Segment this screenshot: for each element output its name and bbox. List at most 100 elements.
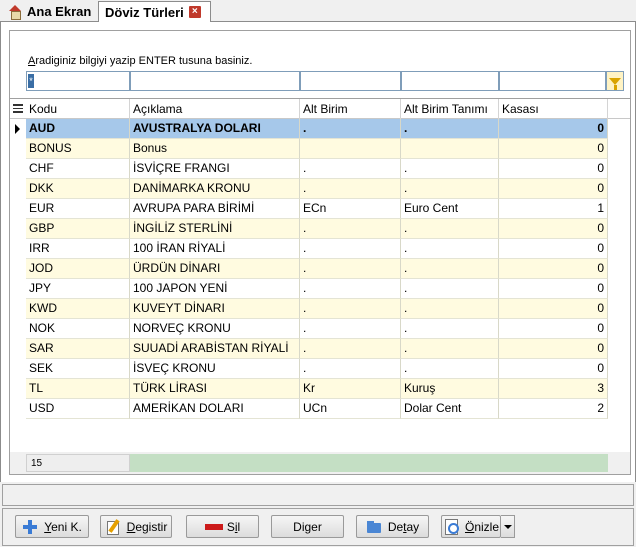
cell-kasasi[interactable]: 1	[499, 199, 608, 219]
cell-kasasi[interactable]: 0	[499, 139, 608, 159]
cell-aciklama[interactable]: 100 JAPON YENİ	[130, 279, 300, 299]
cell-alt-birim[interactable]: .	[300, 299, 401, 319]
cell-alt-birim[interactable]: .	[300, 159, 401, 179]
cell-alt-birim[interactable]: .	[300, 119, 401, 139]
other-button[interactable]: Diger	[271, 515, 344, 538]
cell-aciklama[interactable]: SUUADİ ARABİSTAN RİYALİ	[130, 339, 300, 359]
row-indicator[interactable]	[10, 259, 26, 279]
table-row[interactable]: BONUS Bonus 0	[10, 139, 630, 159]
filter-input-kodu[interactable]: *	[26, 71, 130, 91]
table-row[interactable]: JPY 100 JAPON YENİ.. 0	[10, 279, 630, 299]
filter-input-alt-birim-tanimi[interactable]	[401, 71, 499, 91]
row-indicator[interactable]	[10, 219, 26, 239]
cell-kodu[interactable]: EUR	[26, 199, 130, 219]
cell-aciklama[interactable]: İSVİÇRE FRANGI	[130, 159, 300, 179]
column-chooser[interactable]	[10, 99, 26, 119]
cell-aciklama[interactable]: AVRUPA PARA BİRİMİ	[130, 199, 300, 219]
cell-aciklama[interactable]: 100 İRAN RİYALİ	[130, 239, 300, 259]
cell-alt-birim[interactable]	[300, 139, 401, 159]
cell-alt-birim-tanimi[interactable]: .	[401, 359, 499, 379]
table-row[interactable]: DKK DANİMARKA KRONU.. 0	[10, 179, 630, 199]
cell-kodu[interactable]: CHF	[26, 159, 130, 179]
cell-alt-birim[interactable]: .	[300, 219, 401, 239]
cell-alt-birim-tanimi[interactable]	[401, 139, 499, 159]
cell-alt-birim-tanimi[interactable]: .	[401, 239, 499, 259]
cell-aciklama[interactable]: ÜRDÜN DİNARI	[130, 259, 300, 279]
cell-alt-birim-tanimi[interactable]: Dolar Cent	[401, 399, 499, 419]
cell-kasasi[interactable]: 0	[499, 239, 608, 259]
row-indicator[interactable]	[10, 199, 26, 219]
cell-alt-birim-tanimi[interactable]: .	[401, 179, 499, 199]
cell-kasasi[interactable]: 0	[499, 339, 608, 359]
cell-aciklama[interactable]: Bonus	[130, 139, 300, 159]
cell-kasasi[interactable]: 0	[499, 179, 608, 199]
cell-alt-birim[interactable]: .	[300, 179, 401, 199]
tab-doviz-turleri[interactable]: Döviz Türleri ×	[98, 1, 211, 23]
column-header-alt-birim-tanimi[interactable]: Alt Birim Tanımı	[401, 99, 499, 119]
cell-alt-birim-tanimi[interactable]: .	[401, 159, 499, 179]
delete-button[interactable]: Sil	[186, 515, 259, 538]
cell-kodu[interactable]: JPY	[26, 279, 130, 299]
cell-kasasi[interactable]: 0	[499, 119, 608, 139]
row-indicator[interactable]	[10, 359, 26, 379]
column-header-kasasi[interactable]: Kasası	[499, 99, 608, 119]
table-row[interactable]: SAR SUUADİ ARABİSTAN RİYALİ.. 0	[10, 339, 630, 359]
table-row[interactable]: JOD ÜRDÜN DİNARI.. 0	[10, 259, 630, 279]
table-row[interactable]: AUD AVUSTRALYA DOLARI.. 0	[10, 119, 630, 139]
cell-kasasi[interactable]: 0	[499, 219, 608, 239]
row-indicator[interactable]	[10, 159, 26, 179]
table-row[interactable]: CHF İSVİÇRE FRANGI.. 0	[10, 159, 630, 179]
cell-kodu[interactable]: JOD	[26, 259, 130, 279]
cell-aciklama[interactable]: NORVEÇ KRONU	[130, 319, 300, 339]
column-header-aciklama[interactable]: Açıklama	[130, 99, 300, 119]
filter-input-aciklama[interactable]	[130, 71, 300, 91]
cell-alt-birim[interactable]: .	[300, 339, 401, 359]
cell-aciklama[interactable]: TÜRK LİRASI	[130, 379, 300, 399]
table-row[interactable]: KWD KUVEYT DİNARI.. 0	[10, 299, 630, 319]
cell-kodu[interactable]: IRR	[26, 239, 130, 259]
cell-alt-birim-tanimi[interactable]: Kuruş	[401, 379, 499, 399]
table-row[interactable]: NOK NORVEÇ KRONU.. 0	[10, 319, 630, 339]
row-indicator[interactable]	[10, 379, 26, 399]
cell-alt-birim[interactable]: .	[300, 259, 401, 279]
row-indicator[interactable]	[10, 299, 26, 319]
cell-kasasi[interactable]: 0	[499, 319, 608, 339]
table-row[interactable]: GBP İNGİLİZ STERLİNİ.. 0	[10, 219, 630, 239]
table-row[interactable]: EUR AVRUPA PARA BİRİMİ ECn Euro Cent 1	[10, 199, 630, 219]
cell-kasasi[interactable]: 0	[499, 159, 608, 179]
cell-alt-birim-tanimi[interactable]: .	[401, 299, 499, 319]
row-indicator[interactable]	[10, 319, 26, 339]
new-button[interactable]: Yeni K.	[15, 515, 89, 538]
cell-alt-birim-tanimi[interactable]: .	[401, 259, 499, 279]
cell-kodu[interactable]: BONUS	[26, 139, 130, 159]
column-header-kodu[interactable]: Kodu	[26, 99, 130, 119]
cell-kodu[interactable]: NOK	[26, 319, 130, 339]
filter-input-kasasi[interactable]	[499, 71, 606, 91]
tab-ana-ekran[interactable]: Ana Ekran	[2, 1, 98, 22]
row-indicator[interactable]	[10, 339, 26, 359]
cell-kodu[interactable]: GBP	[26, 219, 130, 239]
row-indicator[interactable]	[10, 279, 26, 299]
cell-kodu[interactable]: TL	[26, 379, 130, 399]
preview-button[interactable]: Önizle	[441, 515, 501, 538]
cell-aciklama[interactable]: AMERİKAN DOLARI	[130, 399, 300, 419]
cell-alt-birim-tanimi[interactable]: .	[401, 119, 499, 139]
cell-alt-birim[interactable]: .	[300, 319, 401, 339]
cell-kasasi[interactable]: 3	[499, 379, 608, 399]
table-row[interactable]: IRR 100 İRAN RİYALİ.. 0	[10, 239, 630, 259]
cell-aciklama[interactable]: DANİMARKA KRONU	[130, 179, 300, 199]
cell-kasasi[interactable]: 0	[499, 359, 608, 379]
table-row[interactable]: SEK İSVEÇ KRONU.. 0	[10, 359, 630, 379]
cell-kodu[interactable]: KWD	[26, 299, 130, 319]
filter-button[interactable]	[606, 71, 624, 91]
cell-aciklama[interactable]: İSVEÇ KRONU	[130, 359, 300, 379]
cell-kasasi[interactable]: 0	[499, 259, 608, 279]
cell-kasasi[interactable]: 2	[499, 399, 608, 419]
cell-alt-birim[interactable]: .	[300, 239, 401, 259]
table-row[interactable]: TL TÜRK LİRASI Kr Kuruş 3	[10, 379, 630, 399]
cell-aciklama[interactable]: KUVEYT DİNARI	[130, 299, 300, 319]
cell-kodu[interactable]: AUD	[26, 119, 130, 139]
edit-button[interactable]: Degistir	[100, 515, 172, 538]
row-indicator[interactable]	[10, 139, 26, 159]
cell-kodu[interactable]: SAR	[26, 339, 130, 359]
